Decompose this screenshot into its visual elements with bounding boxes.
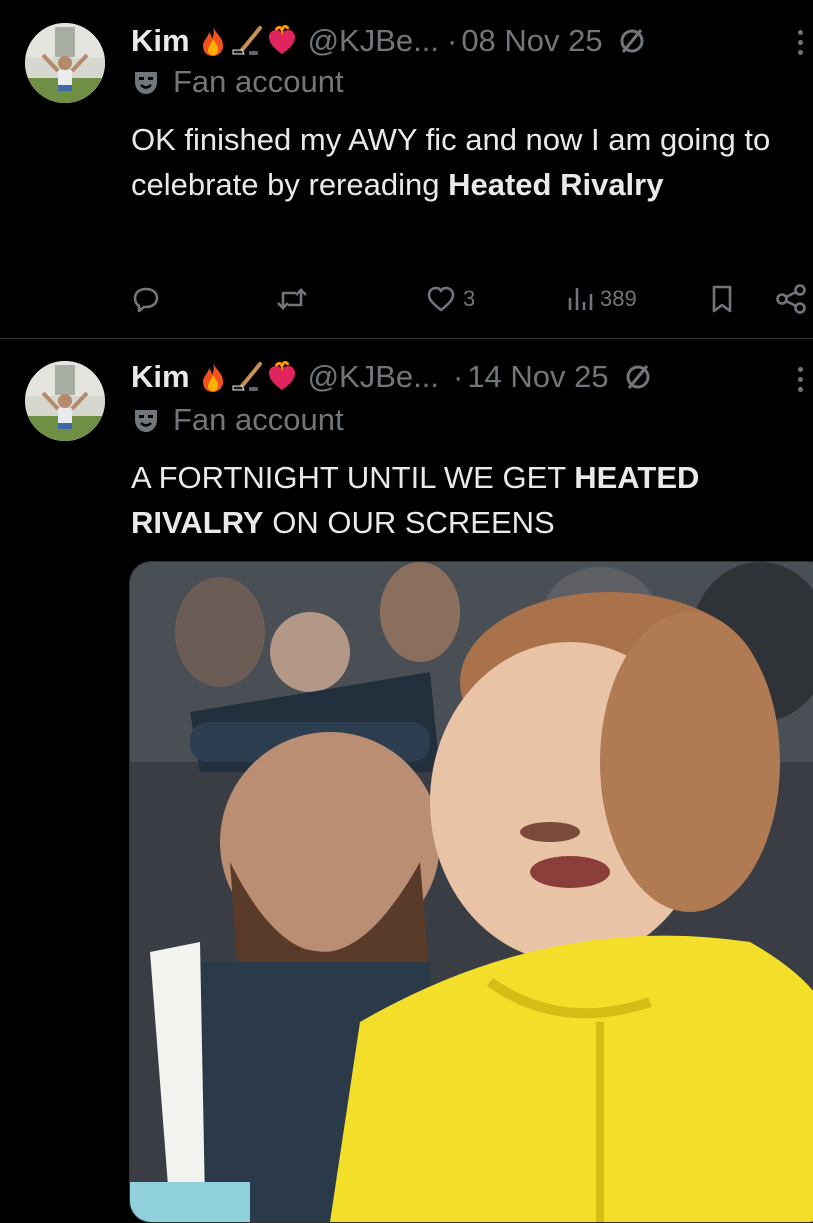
more-icon[interactable]: [793, 359, 807, 399]
tweet-text-bold[interactable]: Heated Rivalry: [448, 167, 663, 202]
retweet-icon: [277, 288, 307, 310]
heart-on-fire-emoji-icon: [268, 361, 295, 390]
user-handle[interactable]: @KJBe...: [308, 23, 439, 59]
bookmark-icon: [712, 285, 732, 313]
like-count: 3: [463, 286, 476, 311]
avatar[interactable]: [25, 23, 105, 103]
bookmark-button[interactable]: [709, 277, 735, 321]
separator-dot: ·: [452, 359, 464, 394]
display-name[interactable]: Kim: [131, 359, 190, 395]
fire-emoji-icon: [202, 363, 223, 392]
tweet-text-part: A FORTNIGHT UNTIL WE GET: [131, 460, 575, 495]
like-button[interactable]: 3: [425, 277, 475, 321]
hidden-reply-icon: [617, 26, 647, 56]
media-thumbnail[interactable]: [129, 561, 813, 1223]
hidden-reply-icon: [623, 362, 653, 392]
mask-icon: [135, 72, 157, 94]
views-button[interactable]: 389: [564, 277, 637, 321]
user-handle[interactable]: @KJBe...: [308, 359, 439, 395]
retweet-button[interactable]: [274, 277, 310, 321]
tweet-date[interactable]: 14 Nov 25: [467, 359, 608, 395]
fan-account-text: Fan account: [173, 402, 344, 437]
tweet-date[interactable]: 08 Nov 25: [461, 23, 602, 59]
heart-on-fire-emoji-icon: [268, 25, 295, 54]
fan-account-text: Fan account: [173, 64, 344, 99]
fan-account-label: Fan account: [131, 402, 344, 438]
fire-emoji-icon: [202, 27, 223, 56]
tweet[interactable]: Kim @KJBe... · 14 Nov 25 Fan account A F…: [0, 339, 813, 1223]
share-icon: [776, 284, 806, 314]
separator-dot: ·: [446, 23, 458, 58]
tweet-text-part: ON OUR SCREENS: [263, 505, 555, 540]
tweet-actions: 3 389: [131, 277, 813, 321]
hockey-stick-emoji-icon: [232, 362, 262, 391]
tweet[interactable]: Kim @KJBe... · 08 Nov 25 Fan account OK …: [0, 0, 813, 339]
tweet-text: A FORTNIGHT UNTIL WE GET HEATED RIVALRY …: [131, 455, 806, 545]
like-icon: [427, 286, 455, 312]
hockey-stick-emoji-icon: [232, 26, 262, 55]
tweet-header: Kim @KJBe... · 14 Nov 25: [131, 356, 653, 398]
views-icon: [568, 288, 593, 310]
tweet-header: Kim @KJBe... · 08 Nov 25: [131, 20, 647, 62]
fan-account-label: Fan account: [131, 64, 344, 100]
mask-icon: [135, 410, 157, 432]
display-name[interactable]: Kim: [131, 23, 190, 59]
view-count: 389: [600, 286, 637, 311]
share-button[interactable]: [774, 277, 808, 321]
reply-button[interactable]: [131, 277, 161, 321]
tweet-text: OK finished my AWY fic and now I am goin…: [131, 117, 806, 207]
avatar[interactable]: [25, 361, 105, 441]
name-emojis: [198, 361, 298, 393]
name-emojis: [198, 25, 298, 57]
more-icon[interactable]: [793, 22, 807, 62]
reply-icon: [133, 287, 159, 313]
